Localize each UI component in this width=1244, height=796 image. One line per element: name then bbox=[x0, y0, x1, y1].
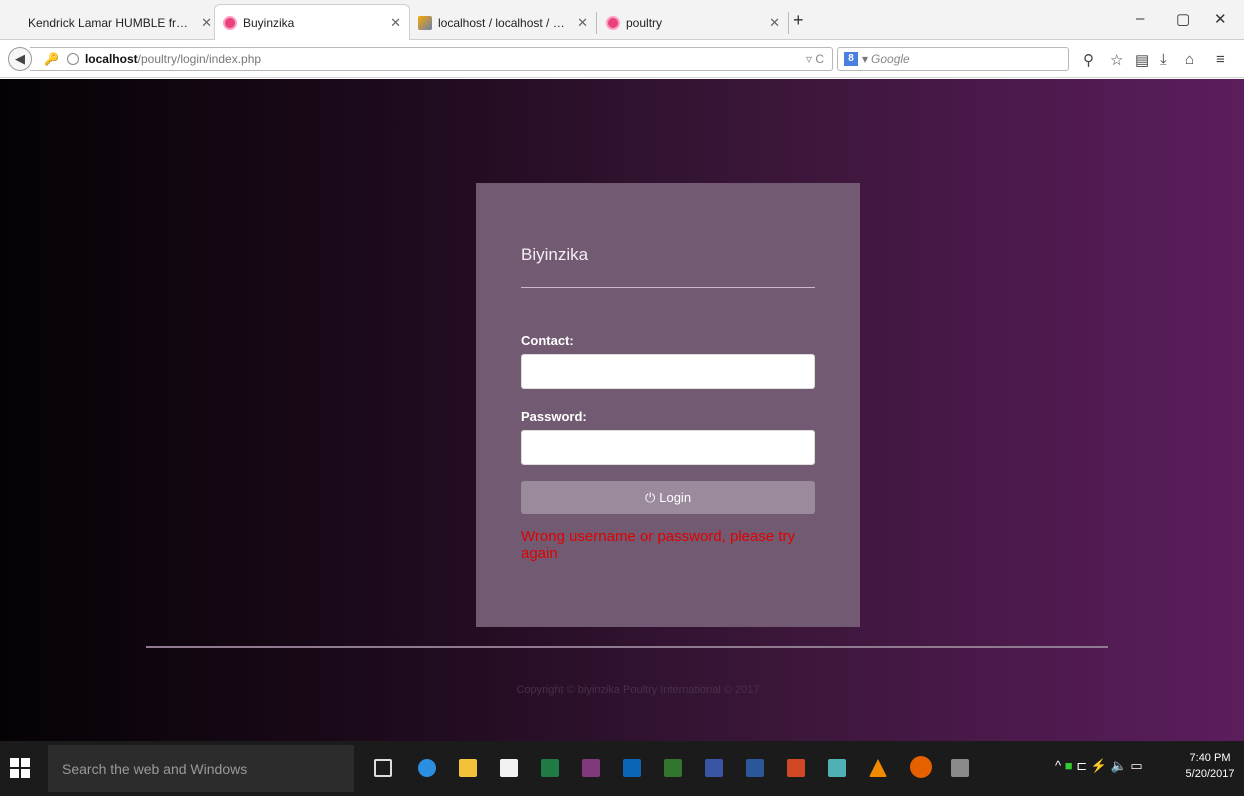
battery-icon: ⚡ bbox=[1090, 758, 1107, 773]
word-icon[interactable] bbox=[746, 759, 764, 777]
tab-title: Kendrick Lamar HUMBLE free ... bbox=[28, 16, 194, 30]
windows-start-icon[interactable] bbox=[10, 758, 30, 778]
power-icon: ⏻ bbox=[644, 489, 656, 505]
edge-icon[interactable] bbox=[418, 759, 436, 777]
menu-icon[interactable]: ≡ bbox=[1216, 51, 1225, 68]
url-host: localhost bbox=[84, 52, 138, 66]
tray-app-icon: ■ bbox=[1064, 758, 1073, 773]
home-icon[interactable]: ⌂ bbox=[1185, 51, 1194, 68]
tab-title: Buyinzika bbox=[243, 16, 295, 30]
login-button[interactable]: ⏻ Login bbox=[521, 481, 815, 514]
search-bar[interactable]: 8 ▾ Google bbox=[837, 47, 1069, 71]
taskbar: Search the web and Windows ^ ■ ⊏ ⚡ 🔈 ▭ 7… bbox=[0, 741, 1244, 796]
tab-buyinzika[interactable]: Buyinzika ✕ bbox=[214, 4, 410, 41]
app-icon[interactable] bbox=[828, 759, 846, 777]
store-icon[interactable] bbox=[500, 759, 518, 777]
tab-separator bbox=[596, 12, 597, 34]
network-icon: ⊏ bbox=[1076, 758, 1088, 773]
bookmark-star-icon[interactable]: ☆ bbox=[1110, 51, 1123, 69]
visio-icon[interactable] bbox=[705, 759, 723, 777]
task-view-icon[interactable] bbox=[374, 759, 392, 777]
vlc-icon[interactable] bbox=[869, 759, 887, 777]
app-icon bbox=[606, 16, 620, 30]
project-icon[interactable] bbox=[664, 759, 682, 777]
contact-label: Contact: bbox=[521, 333, 574, 348]
login-button-label: Login bbox=[659, 490, 692, 505]
close-window-button[interactable]: ✕ bbox=[1214, 10, 1227, 28]
notification-icon: ▭ bbox=[1130, 758, 1143, 773]
system-tray[interactable]: ^ ■ ⊏ ⚡ 🔈 ▭ bbox=[1055, 758, 1143, 774]
tab-title: poultry bbox=[626, 16, 663, 30]
new-tab-button[interactable]: + bbox=[793, 10, 804, 31]
restore-button[interactable]: ▢ bbox=[1176, 10, 1190, 28]
key-icon[interactable]: 🔑 bbox=[44, 52, 59, 66]
tab-separator bbox=[788, 12, 789, 34]
close-tab-icon[interactable]: ✕ bbox=[769, 15, 780, 31]
url-path: /poultry/login/index.php bbox=[137, 52, 262, 66]
downloads-icon[interactable]: ⤓ bbox=[1160, 51, 1167, 68]
app-icon bbox=[223, 16, 237, 30]
close-tab-icon[interactable]: ✕ bbox=[390, 15, 401, 31]
volume-icon: 🔈 bbox=[1110, 758, 1127, 773]
browser-nav-bar: 🔑 localhost /poultry/login/index.php ▿ C… bbox=[0, 40, 1244, 78]
globe-icon bbox=[66, 53, 79, 65]
clock-date: 5/20/2017 bbox=[1185, 768, 1235, 780]
url-bar[interactable]: 🔑 localhost /poultry/login/index.php ▿ C bbox=[30, 47, 833, 71]
close-tab-icon[interactable]: ✕ bbox=[577, 15, 588, 31]
browser-tab-bar: Kendrick Lamar HUMBLE free ... ✕ Buyinzi… bbox=[0, 0, 1244, 41]
page-content: Biyinzika Contact: Password: ⏻ Login Wro… bbox=[0, 79, 1244, 741]
firefox-icon[interactable] bbox=[910, 756, 932, 778]
footer-divider bbox=[146, 646, 1108, 648]
file-explorer-icon[interactable] bbox=[459, 759, 477, 777]
contact-input[interactable] bbox=[521, 354, 815, 389]
login-panel: Biyinzika Contact: Password: ⏻ Login Wro… bbox=[476, 183, 860, 627]
close-tab-icon[interactable]: ✕ bbox=[201, 15, 212, 31]
onenote-icon[interactable] bbox=[582, 759, 600, 777]
tab-title: localhost / localhost / pim... bbox=[438, 16, 570, 30]
tab-poultry[interactable]: poultry ✕ bbox=[598, 6, 788, 40]
search-placeholder: Google bbox=[871, 52, 910, 66]
minimize-button[interactable]: – bbox=[1136, 10, 1144, 27]
excel-icon[interactable] bbox=[541, 759, 559, 777]
clock-time: 7:40 PM bbox=[1189, 752, 1231, 764]
back-button[interactable]: ◀ bbox=[8, 47, 32, 71]
bookmarks-menu-icon[interactable]: ▤ bbox=[1135, 51, 1149, 69]
google-icon: 8 bbox=[844, 52, 858, 66]
divider bbox=[521, 287, 815, 288]
chevron-down-icon[interactable]: ▾ bbox=[862, 52, 868, 66]
app-icon[interactable] bbox=[951, 759, 969, 777]
password-label: Password: bbox=[521, 409, 587, 424]
brand-title: Biyinzika bbox=[521, 245, 589, 264]
copyright-text: Copyright © biyinzika Poultry Internatio… bbox=[516, 684, 760, 696]
tab-kendrick[interactable]: Kendrick Lamar HUMBLE free ... ✕ bbox=[20, 6, 220, 40]
taskbar-search[interactable]: Search the web and Windows bbox=[48, 745, 354, 792]
phpmyadmin-icon bbox=[418, 16, 432, 30]
powerpoint-icon[interactable] bbox=[787, 759, 805, 777]
outlook-icon[interactable] bbox=[623, 759, 641, 777]
password-input[interactable] bbox=[521, 430, 815, 465]
reload-icon[interactable]: ▿ C bbox=[806, 52, 824, 66]
back-arrow-icon: ◀ bbox=[15, 51, 25, 66]
clock[interactable]: 7:40 PM 5/20/2017 bbox=[1180, 750, 1240, 782]
error-message: Wrong username or password, please try a… bbox=[521, 528, 796, 562]
search-icon[interactable]: ⚲ bbox=[1083, 51, 1094, 69]
tab-phpmyadmin[interactable]: localhost / localhost / pim... ✕ bbox=[410, 6, 596, 40]
